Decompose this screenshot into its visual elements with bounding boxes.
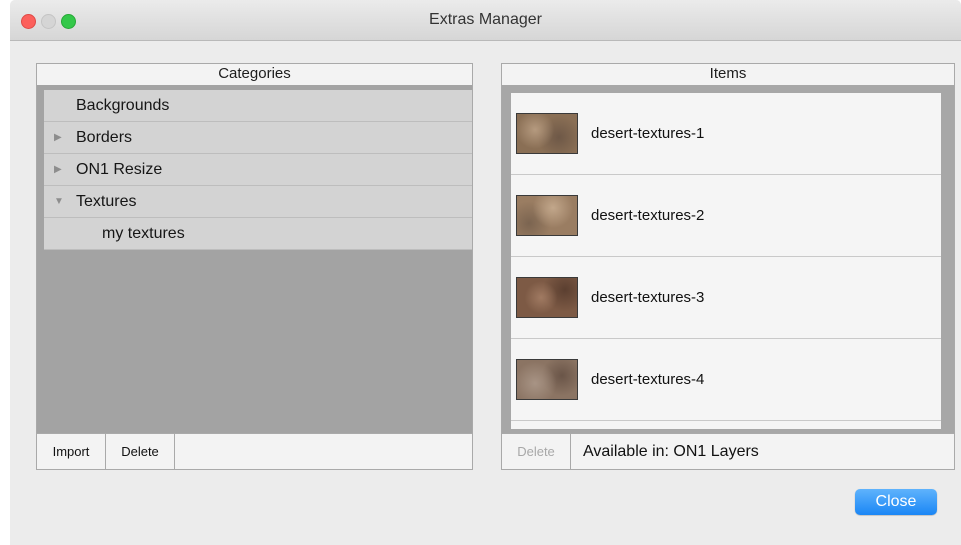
category-label: ON1 Resize	[76, 161, 163, 178]
categories-list: Backgrounds ▶ Borders ▶ ON1 Resize ▼ Tex…	[44, 90, 472, 250]
texture-thumbnail	[516, 195, 578, 236]
list-item[interactable]: desert-textures-1	[511, 93, 941, 175]
categories-panel: Categories Backgrounds ▶ Borders ▶ ON1 R…	[36, 63, 473, 470]
items-list-area: desert-textures-1 desert-textures-2 dese…	[502, 85, 954, 434]
category-borders[interactable]: ▶ Borders	[44, 122, 472, 154]
window-title: Extras Manager	[429, 11, 542, 28]
delete-item-button[interactable]: Delete	[502, 434, 571, 469]
import-button[interactable]: Import	[37, 434, 106, 469]
categories-header: Categories	[37, 64, 472, 84]
category-backgrounds[interactable]: Backgrounds	[44, 90, 472, 122]
texture-thumbnail	[516, 113, 578, 154]
item-name: desert-textures-2	[591, 207, 705, 224]
available-in-label: Available in: ON1 Layers	[583, 443, 759, 460]
extras-manager-window: Extras Manager Categories Backgrounds ▶ …	[10, 0, 961, 545]
items-list[interactable]: desert-textures-1 desert-textures-2 dese…	[511, 93, 941, 429]
close-button[interactable]: Close	[855, 489, 937, 515]
category-label: Borders	[76, 129, 133, 146]
list-item[interactable]: desert-textures-4	[511, 339, 941, 421]
title-bar: Extras Manager	[10, 0, 961, 41]
disclosure-arrow-icon[interactable]: ▶	[54, 154, 62, 185]
disclosure-arrow-icon[interactable]: ▼	[54, 186, 64, 217]
category-textures[interactable]: ▼ Textures	[44, 186, 472, 218]
list-item[interactable]: desert-textures-2	[511, 175, 941, 257]
items-footer: Delete Available in: ON1 Layers	[502, 433, 954, 469]
texture-thumbnail	[516, 359, 578, 400]
list-item[interactable]: desert-textures-3	[511, 257, 941, 339]
category-label: my textures	[102, 225, 185, 242]
items-header: Items	[502, 64, 954, 84]
category-label: Textures	[76, 193, 137, 210]
category-on1-resize[interactable]: ▶ ON1 Resize	[44, 154, 472, 186]
categories-list-area: Backgrounds ▶ Borders ▶ ON1 Resize ▼ Tex…	[37, 85, 472, 434]
item-name: desert-textures-1	[591, 125, 705, 142]
item-name: desert-textures-4	[591, 371, 705, 388]
delete-category-button[interactable]: Delete	[106, 434, 175, 469]
items-panel: Items desert-textures-1 desert-textures-…	[501, 63, 955, 470]
category-my-textures[interactable]: my textures	[44, 218, 472, 250]
texture-thumbnail	[516, 277, 578, 318]
disclosure-arrow-icon[interactable]: ▶	[54, 122, 62, 153]
item-name: desert-textures-3	[591, 289, 705, 306]
categories-footer: Import Delete	[37, 433, 472, 469]
category-label: Backgrounds	[76, 97, 170, 114]
